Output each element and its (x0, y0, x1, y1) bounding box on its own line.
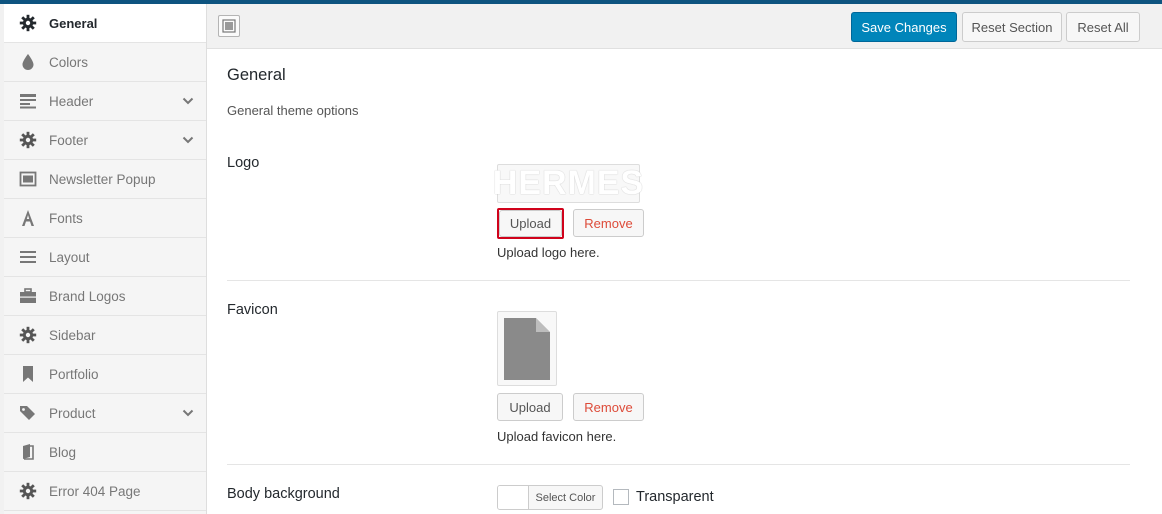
sidebar-item-label: Newsletter Popup (49, 171, 156, 187)
sidebar-item-label: General (49, 15, 98, 31)
bookmark-icon (19, 365, 37, 383)
header-icon (19, 92, 37, 110)
sidebar-item-header[interactable]: Header (4, 82, 206, 121)
logo-upload-button[interactable]: Upload (499, 210, 562, 237)
toggle-layout-icon[interactable] (218, 15, 240, 37)
sidebar-item-sidebar[interactable]: Sidebar (4, 316, 206, 355)
reset-all-button[interactable]: Reset All (1066, 12, 1140, 42)
sidebar-item-label: Fonts (49, 210, 83, 226)
color-swatch (498, 486, 529, 509)
row-divider (227, 280, 1130, 281)
save-changes-button[interactable]: Save Changes (851, 12, 957, 42)
chevron-down-icon[interactable] (182, 407, 194, 419)
sidebar-item-label: Blog (49, 444, 77, 460)
sidebar-item-footer[interactable]: Footer (4, 121, 206, 160)
briefcase-icon (19, 287, 37, 305)
transparent-checkbox[interactable] (613, 489, 629, 505)
favicon-remove-button[interactable]: Remove (573, 393, 644, 421)
sidebar-item-layout[interactable]: Layout (4, 238, 206, 277)
sidebar-item-label: Brand Logos (49, 288, 126, 304)
sidebar-item-label: Layout (49, 249, 90, 265)
sidebar-item-brand-logos[interactable]: Brand Logos (4, 277, 206, 316)
select-color-button[interactable]: Select Color (497, 485, 603, 510)
lines-icon (19, 248, 37, 266)
drop-icon (19, 53, 37, 71)
window-icon (19, 170, 37, 188)
tags-icon (19, 404, 37, 422)
favicon-label: Favicon (227, 302, 278, 318)
logo-label: Logo (227, 155, 260, 171)
sidebar-item-label: Footer (49, 132, 89, 148)
section-description: General theme options (227, 103, 359, 118)
book-icon (19, 443, 37, 461)
row-divider (227, 464, 1130, 465)
gear-icon (19, 131, 37, 149)
gear-icon (19, 14, 37, 32)
favicon-help-text: Upload favicon here. (497, 429, 617, 444)
logo-help-text: Upload logo here. (497, 245, 600, 260)
body-background-label: Body background (227, 486, 340, 502)
sidebar-item-fonts[interactable]: Fonts (4, 199, 206, 238)
sidebar-item-newsletter-popup[interactable]: Newsletter Popup (4, 160, 206, 199)
favicon-upload-button[interactable]: Upload (497, 393, 563, 421)
sidebar-item-label: Portfolio (49, 366, 99, 382)
sidebar-item-product[interactable]: Product (4, 394, 206, 433)
gear-icon (19, 482, 37, 500)
reset-section-button[interactable]: Reset Section (962, 12, 1062, 42)
section-title: General (227, 66, 286, 84)
document-icon (504, 317, 550, 380)
logo-remove-button[interactable]: Remove (573, 209, 644, 237)
sidebar-item-colors[interactable]: Colors (4, 43, 206, 82)
transparent-label: Transparent (636, 489, 714, 505)
main-panel: Save Changes Reset Section Reset All Gen… (207, 4, 1162, 514)
logo-image-text: HERMES (492, 164, 645, 202)
chevron-down-icon[interactable] (182, 134, 194, 146)
sidebar-item-label: Colors (49, 54, 89, 70)
sidebar-item-portfolio[interactable]: Portfolio (4, 355, 206, 394)
select-color-label: Select Color (535, 491, 596, 504)
gear-icon (19, 326, 37, 344)
favicon-preview (497, 311, 557, 386)
chevron-down-icon[interactable] (182, 95, 194, 107)
sidebar-item-label: Error 404 Page (49, 483, 141, 499)
font-icon (19, 209, 37, 227)
sidebar-item-error-404-page[interactable]: Error 404 Page (4, 472, 206, 511)
options-toolbar: Save Changes Reset Section Reset All (207, 4, 1162, 49)
sidebar-item-label: Sidebar (49, 327, 96, 343)
options-sidebar: General Colors Header Footer Newsletter Popu… (4, 4, 207, 514)
sidebar-item-label: Header (49, 93, 94, 109)
sidebar-item-general[interactable]: General (4, 4, 206, 43)
sidebar-item-blog[interactable]: Blog (4, 433, 206, 472)
sidebar-item-label: Product (49, 405, 96, 421)
logo-preview: HERMES (493, 164, 643, 203)
